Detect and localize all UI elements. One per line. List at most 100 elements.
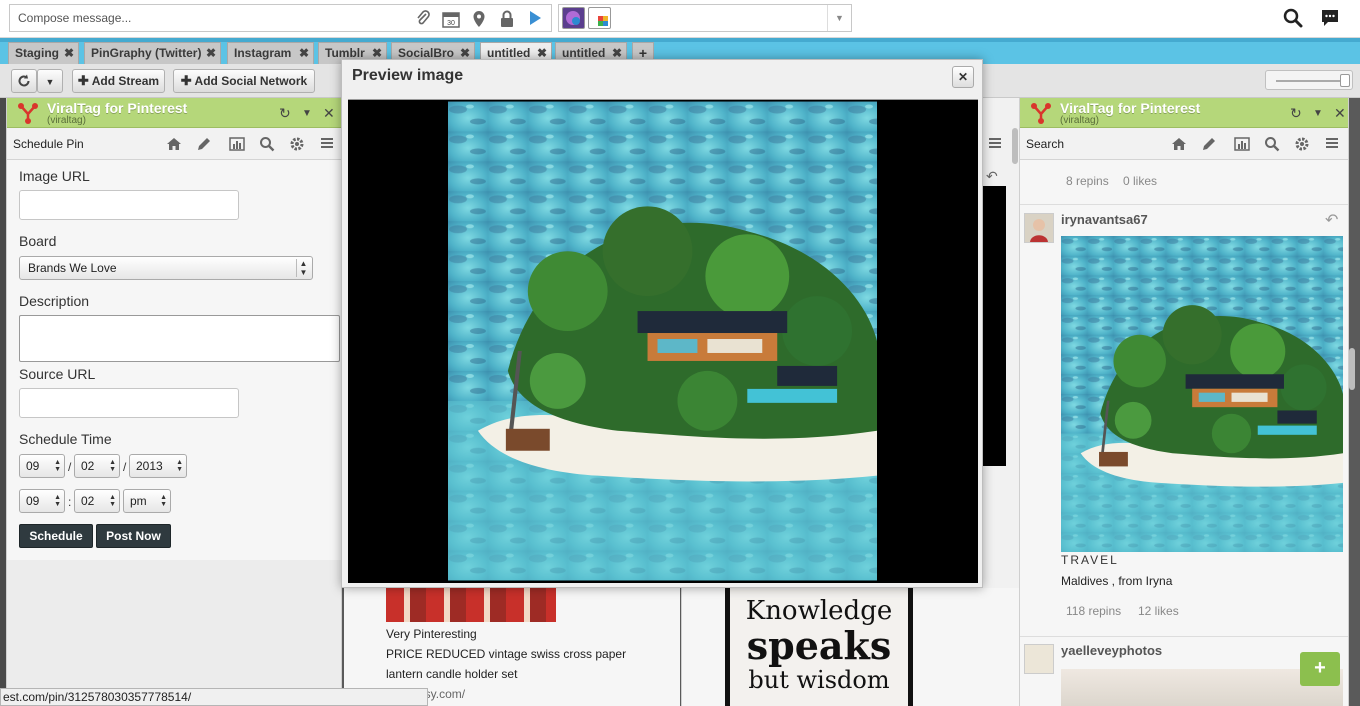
image-url-label: Image URL xyxy=(19,168,90,184)
ampm-select[interactable]: pm ▲ ▼ xyxy=(123,489,171,513)
avatar[interactable] xyxy=(1024,213,1054,243)
day-select[interactable]: 02 ▲ ▼ xyxy=(74,454,120,478)
calendar-day: 30 xyxy=(447,20,455,27)
month-select[interactable]: 09 ▲ ▼ xyxy=(19,454,65,478)
hour-select[interactable]: 09 ▲ ▼ xyxy=(19,489,65,513)
divider xyxy=(1020,636,1348,637)
compose-message-input[interactable]: Compose message... 30 xyxy=(9,4,552,32)
gear-icon[interactable] xyxy=(1294,136,1310,152)
tab-label: untitled xyxy=(562,46,606,60)
tab-label: Instagram xyxy=(234,46,292,60)
pin-username[interactable]: irynavantsa67 xyxy=(1061,212,1148,227)
plus-icon: ✚ xyxy=(180,73,192,88)
repin-count: 8 repins xyxy=(1066,174,1109,188)
add-social-network-button[interactable]: ✚ Add Social Network xyxy=(173,69,315,93)
avatar[interactable] xyxy=(1024,644,1054,674)
chevron-down-icon[interactable]: ▼ xyxy=(827,5,851,31)
profile-selector[interactable]: ▼ xyxy=(558,4,852,32)
tab-pingraphy-twitter[interactable]: PinGraphy (Twitter) ✖ xyxy=(84,42,221,64)
select-arrows-icon: ▲ ▼ xyxy=(54,459,61,473)
refresh-icon[interactable]: ↻ xyxy=(1290,105,1302,122)
like-count: 12 likes xyxy=(1138,604,1179,618)
hour-value: 09 xyxy=(26,494,40,508)
reply-icon[interactable]: ↶ xyxy=(986,168,998,185)
add-social-network-label: Add Social Network xyxy=(194,74,308,88)
chevron-down-icon[interactable]: ▼ xyxy=(302,108,312,119)
close-icon[interactable]: ✕ xyxy=(1334,105,1346,122)
quote-line: speaks xyxy=(746,623,892,668)
chat-icon[interactable] xyxy=(1320,9,1340,27)
analytics-icon[interactable] xyxy=(229,136,245,152)
month-value: 09 xyxy=(26,459,40,473)
schedule-button[interactable]: Schedule xyxy=(19,524,93,548)
date-separator: / xyxy=(68,460,72,474)
selected-profile-avatar[interactable] xyxy=(588,7,611,29)
repin-count: 118 repins xyxy=(1066,604,1122,618)
pin-username[interactable]: yaelleveyphotos xyxy=(1061,643,1162,658)
lock-icon[interactable] xyxy=(498,10,516,28)
refresh-icon[interactable]: ↻ xyxy=(279,105,291,122)
menu-icon[interactable] xyxy=(1325,136,1341,152)
close-tab-icon[interactable]: ✖ xyxy=(206,43,216,63)
location-pin-icon[interactable] xyxy=(470,10,488,28)
third-stream-column: Knowledge speaks but wisdom xyxy=(681,588,1019,706)
tab-label: SocialBro xyxy=(398,46,455,60)
image-url-input[interactable] xyxy=(19,190,239,220)
add-stream-button[interactable]: ✚ Add Stream xyxy=(72,69,165,93)
post-now-button[interactable]: Post Now xyxy=(96,524,171,548)
search-icon[interactable] xyxy=(1283,8,1303,28)
tab-instagram[interactable]: Instagram ✖ xyxy=(227,42,314,64)
pin-image[interactable] xyxy=(1061,236,1343,552)
pencil-icon[interactable] xyxy=(196,136,212,152)
refresh-options-button[interactable]: ▼ xyxy=(37,69,63,93)
close-tab-icon[interactable]: ✖ xyxy=(64,43,74,63)
close-icon[interactable]: ✕ xyxy=(323,105,335,122)
pin-image-dark[interactable] xyxy=(982,186,1006,466)
menu-icon[interactable] xyxy=(320,136,336,152)
year-select[interactable]: 2013 ▲ ▼ xyxy=(129,454,187,478)
refresh-button[interactable] xyxy=(11,69,37,93)
schedule-pin-form: Image URL Board Brands We Love ▲ ▼ Descri… xyxy=(7,160,341,560)
home-icon[interactable] xyxy=(1171,136,1187,152)
calendar-icon[interactable]: 30 xyxy=(442,10,460,28)
section-label: Schedule Pin xyxy=(13,137,84,151)
column-title: ViralTag for Pinterest xyxy=(47,100,188,116)
preview-image-dialog: Preview image ✕ xyxy=(341,59,983,588)
scrollbar[interactable] xyxy=(1012,128,1018,164)
board-select[interactable]: Brands We Love ▲ ▼ xyxy=(19,256,313,280)
scrollbar[interactable] xyxy=(1349,348,1355,390)
reply-icon[interactable]: ↶ xyxy=(1325,210,1338,230)
compose-placeholder: Compose message... xyxy=(18,11,132,25)
gear-icon[interactable] xyxy=(289,136,305,152)
close-dialog-button[interactable]: ✕ xyxy=(952,66,974,88)
chevron-down-icon[interactable]: ▼ xyxy=(1313,108,1323,119)
attachment-icon[interactable] xyxy=(414,10,432,28)
source-url-input[interactable] xyxy=(19,388,239,418)
add-floating-button[interactable]: + xyxy=(1300,652,1340,686)
search-icon[interactable] xyxy=(259,136,275,152)
pin-image[interactable] xyxy=(386,588,556,622)
search-icon[interactable] xyxy=(1264,136,1280,152)
pencil-icon[interactable] xyxy=(1201,136,1217,152)
like-count: 0 likes xyxy=(1123,174,1158,188)
send-play-icon[interactable] xyxy=(526,10,544,28)
pin-caption: Maldives , from Iryna xyxy=(1061,574,1173,588)
quote-line: but wisdom xyxy=(748,666,890,694)
menu-icon[interactable] xyxy=(988,136,1002,153)
minute-select[interactable]: 02 ▲ ▼ xyxy=(74,489,120,513)
knowledge-quote-image[interactable]: Knowledge speaks but wisdom xyxy=(725,588,913,706)
slider-handle[interactable] xyxy=(1340,74,1350,87)
selected-profile-avatar[interactable] xyxy=(562,7,585,29)
add-stream-label: Add Stream xyxy=(91,74,160,88)
home-icon[interactable] xyxy=(166,136,182,152)
description-textarea[interactable] xyxy=(19,315,340,362)
tab-label: Tumblr xyxy=(325,46,365,60)
description-label: Description xyxy=(19,293,90,309)
close-tab-icon[interactable]: ✖ xyxy=(299,43,309,63)
select-arrows-icon: ▲ ▼ xyxy=(296,259,310,277)
pin-board-name[interactable]: TRAVEL xyxy=(1061,553,1119,567)
column-width-slider[interactable] xyxy=(1265,70,1353,90)
analytics-icon[interactable] xyxy=(1234,136,1250,152)
tab-staging[interactable]: Staging ✖ xyxy=(8,42,79,64)
column-subheader: Search xyxy=(1020,128,1348,160)
